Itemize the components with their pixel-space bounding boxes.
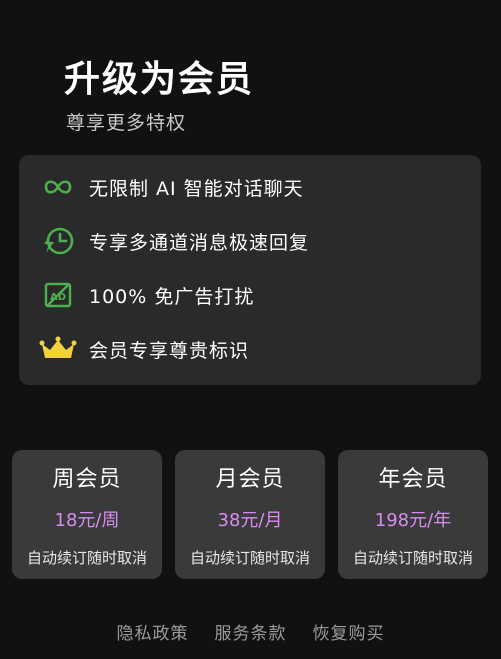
crown-icon [39, 333, 77, 365]
feature-label: 专享多通道消息极速回复 [89, 231, 310, 254]
plan-name: 周会员 [52, 467, 122, 492]
feature-unlimited-chat: 无限制 AI 智能对话聊天 [39, 171, 304, 203]
plan-yearly[interactable]: 年会员 198元/年 自动续订随时取消 [338, 450, 488, 579]
feature-no-ads: AD 100% 免广告打扰 [39, 279, 254, 311]
plan-price: 198元/年 [374, 510, 452, 531]
plan-price: 18元/周 [54, 510, 120, 531]
plan-weekly[interactable]: 周会员 18元/周 自动续订随时取消 [12, 450, 162, 579]
plan-monthly[interactable]: 月会员 38元/月 自动续订随时取消 [175, 450, 325, 579]
features-card: 无限制 AI 智能对话聊天 专享多通道消息极速回复 AD 100% 免广告打扰 [19, 155, 481, 385]
restore-purchase-link[interactable]: 恢复购买 [313, 619, 385, 644]
infinity-icon [39, 171, 77, 203]
fast-clock-icon [39, 225, 77, 257]
feature-label: 无限制 AI 智能对话聊天 [89, 177, 304, 200]
plan-note: 自动续订随时取消 [352, 549, 473, 567]
no-ads-icon: AD [39, 279, 77, 311]
feature-vip-badge: 会员专享尊贵标识 [39, 333, 249, 365]
plan-options: 周会员 18元/周 自动续订随时取消 月会员 38元/月 自动续订随时取消 年会… [12, 450, 489, 579]
terms-of-service-link[interactable]: 服务条款 [215, 619, 287, 644]
page-subtitle: 尊享更多特权 [66, 112, 187, 134]
plan-note: 自动续订随时取消 [189, 549, 310, 567]
plan-note: 自动续订随时取消 [26, 549, 147, 567]
plan-name: 年会员 [378, 467, 448, 492]
footer-links: 隐私政策 服务条款 恢复购买 [0, 619, 501, 644]
plan-price: 38元/月 [217, 510, 283, 531]
plan-name: 月会员 [215, 467, 285, 492]
feature-label: 会员专享尊贵标识 [89, 339, 250, 362]
page-title: 升级为会员 [64, 59, 255, 100]
feature-label: 100% 免广告打扰 [89, 285, 255, 308]
privacy-policy-link[interactable]: 隐私政策 [117, 619, 189, 644]
feature-fast-reply: 专享多通道消息极速回复 [39, 225, 309, 257]
